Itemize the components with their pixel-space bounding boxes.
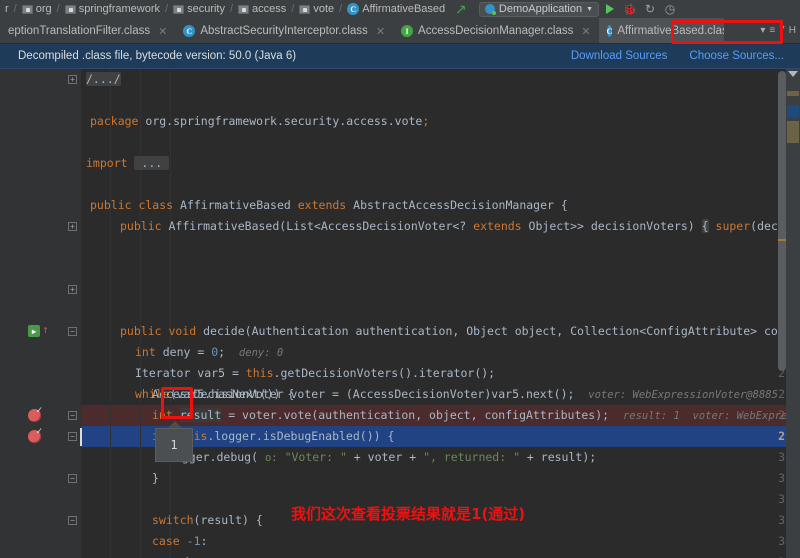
breadcrumb-separator: /	[13, 3, 17, 15]
breadcrumb-item-org[interactable]: org	[20, 0, 54, 18]
error-stripe[interactable]	[786, 69, 800, 558]
stripe-marker-warning[interactable]	[787, 91, 799, 96]
breadcrumb-separator: /	[229, 3, 234, 15]
fold-toggle-icon[interactable]: −	[68, 411, 77, 420]
breadcrumb-item-0[interactable]: r	[0, 0, 11, 18]
breakpoint-icon[interactable]	[28, 427, 43, 443]
editor-gutter[interactable]	[6, 69, 66, 558]
run-config-label: DemoApplication	[498, 3, 583, 15]
code-line-26[interactable]: AccessDecisionVoter voter = (AccessDecis…	[152, 384, 778, 406]
interface-icon: I	[401, 25, 414, 37]
chevron-down-icon[interactable]: ▾	[760, 25, 765, 36]
fold-toggle-icon[interactable]: +	[68, 75, 77, 84]
run-icon[interactable]	[601, 0, 619, 18]
code-line-32[interactable]: switch(result) {	[152, 510, 263, 531]
code-line-29[interactable]: logger.debug( o: "Voter: " + voter + ", …	[168, 447, 596, 469]
editor-fold-gutter[interactable]	[66, 69, 80, 558]
package-icon	[64, 4, 76, 14]
breadcrumb-separator: /	[165, 3, 169, 15]
close-icon[interactable]: ✕	[373, 25, 385, 38]
breakpoint-icon[interactable]	[28, 406, 43, 422]
tabs-more-label[interactable]: H	[789, 25, 796, 36]
stripe-marker-warning[interactable]	[787, 121, 799, 143]
breadcrumb-label: org	[35, 3, 52, 15]
breadcrumb-item-vote[interactable]: vote	[297, 0, 336, 18]
tab-label: AffirmativeBased.clas	[617, 25, 724, 37]
tab-label: AccessDecisionManager.class	[418, 25, 574, 37]
breadcrumb-label: springframework	[78, 3, 161, 15]
code-line-34[interactable]: ++deny;	[168, 552, 217, 558]
close-icon[interactable]: ✕	[155, 25, 167, 38]
editor-tabs-bar: eptionTranslationFilter.class ✕ C Abstra…	[0, 18, 800, 44]
run-method-icon[interactable]: ▸	[28, 325, 40, 337]
fold-toggle-icon[interactable]: −	[68, 474, 77, 483]
fold-toggle-icon[interactable]: −	[68, 432, 77, 441]
navigate-back-icon[interactable]: ↖	[447, 1, 475, 18]
profile-icon[interactable]: ◷	[661, 0, 679, 18]
code-line-33[interactable]: case -1:	[152, 531, 207, 552]
run-configuration-selector[interactable]: DemoApplication ▼	[478, 1, 599, 17]
idea-editor-window: r / org / springframework / security / a…	[0, 0, 800, 558]
breadcrumb-item-affirmativebased[interactable]: C AffirmativeBased	[345, 0, 447, 18]
chevron-down-icon[interactable]	[788, 71, 798, 77]
breadcrumb-label: access	[252, 3, 287, 15]
vertical-scrollbar-thumb[interactable]	[778, 71, 786, 371]
tabs-overflow-controls[interactable]: ▾ ≡ 7 H	[760, 18, 800, 43]
chevron-down-icon[interactable]: ▼	[586, 6, 593, 13]
breadcrumb-item-security[interactable]: security	[171, 0, 227, 18]
breadcrumb-separator: /	[339, 3, 343, 15]
chinese-annotation: 我们这次查看投票结果就是1(通过)	[291, 505, 526, 523]
breadcrumb-separator: /	[291, 3, 295, 15]
breadcrumb-separator: /	[56, 3, 60, 15]
breadcrumb-label: security	[187, 3, 225, 15]
breadcrumb-navbar: r / org / springframework / security / a…	[0, 0, 800, 18]
notice-links: Download Sources Choose Sources...	[571, 50, 800, 62]
download-sources-link[interactable]: Download Sources	[571, 50, 668, 62]
code-line-30[interactable]: }	[152, 468, 159, 489]
tab-count: 7	[779, 25, 785, 36]
fold-toggle-icon[interactable]: +	[68, 285, 77, 294]
rerun-icon[interactable]: ↻	[641, 0, 659, 18]
breadcrumb-label: r	[5, 3, 9, 15]
breadcrumb-item-springframework[interactable]: springframework	[63, 0, 162, 18]
breadcrumb-item-access[interactable]: access	[236, 0, 288, 18]
editor-tab-abstractsecurityinterceptor[interactable]: C AbstractSecurityInterceptor.class ✕	[175, 18, 394, 43]
method-modified-marker-icon: ↑	[42, 323, 49, 336]
fold-toggle-icon[interactable]: −	[68, 516, 77, 525]
package-icon	[299, 4, 311, 14]
value-popup-value: 1	[170, 438, 178, 452]
decompiled-notice-bar: Decompiled .class file, bytecode version…	[0, 44, 800, 69]
fold-toggle-icon[interactable]: +	[68, 222, 77, 231]
stripe-marker-current[interactable]	[787, 105, 799, 117]
package-icon	[173, 4, 185, 14]
package-icon	[238, 4, 250, 14]
class-icon: C	[606, 25, 613, 37]
code-line-27[interactable]: int result = voter.vote(authentication, …	[152, 405, 800, 427]
choose-sources-link[interactable]: Choose Sources...	[689, 50, 784, 62]
run-config-icon	[484, 4, 496, 15]
close-icon[interactable]: ✕	[578, 25, 590, 38]
code-editor[interactable]: ▸ ↑ + + + − − − − − 1 5 6 7 8 15 16 17 2…	[0, 69, 800, 558]
editor-tab-affirmativebased[interactable]: C AffirmativeBased.clas	[598, 18, 724, 43]
class-icon: C	[347, 3, 360, 15]
editor-tab-exceptiontranslationfilter[interactable]: eptionTranslationFilter.class ✕	[0, 18, 176, 43]
code-text-area-2[interactable]: AccessDecisionVoter voter = (AccessDecis…	[80, 69, 800, 558]
value-popup-tail	[168, 421, 182, 428]
tab-label: AbstractSecurityInterceptor.class	[200, 25, 368, 37]
breadcrumb-label: vote	[313, 3, 335, 15]
fold-toggle-icon[interactable]: −	[68, 327, 77, 336]
breadcrumb-label: AffirmativeBased	[362, 3, 446, 15]
class-icon: C	[183, 25, 196, 37]
tab-label: eptionTranslationFilter.class	[8, 25, 151, 37]
debug-icon[interactable]: 🐞	[621, 0, 639, 18]
scrollbar-mark	[778, 239, 786, 241]
decompiled-notice-text: Decompiled .class file, bytecode version…	[18, 50, 297, 62]
editor-tab-accessdecisionmanager[interactable]: I AccessDecisionManager.class ✕	[393, 18, 599, 43]
tab-list-icon[interactable]: ≡	[769, 25, 775, 36]
package-icon	[21, 4, 33, 14]
value-popup[interactable]: 1	[155, 428, 193, 462]
